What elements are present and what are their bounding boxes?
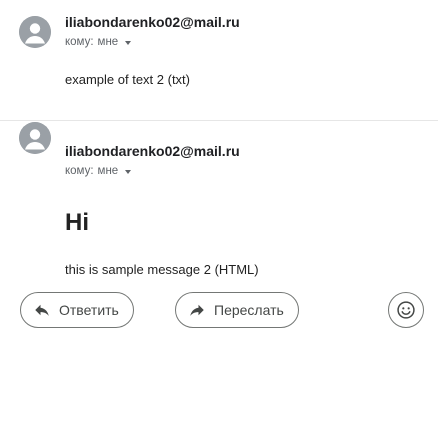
recipient-line[interactable]: кому: мне <box>65 36 132 48</box>
chevron-down-icon[interactable] <box>125 40 132 45</box>
reply-icon <box>35 304 49 316</box>
recipient-value: мне <box>97 36 119 48</box>
forward-label: Переслать <box>214 302 284 318</box>
forward-button[interactable]: Переслать <box>175 292 299 328</box>
forward-icon <box>190 304 204 316</box>
recipient-line[interactable]: кому: мне <box>65 165 132 177</box>
message-body: example of text 2 (txt) <box>65 72 190 87</box>
sender-name[interactable]: iliabondarenko02@mail.ru <box>65 14 240 30</box>
recipient-value: мне <box>97 165 119 177</box>
emoji-icon <box>397 301 415 319</box>
sender-name[interactable]: iliabondarenko02@mail.ru <box>65 143 240 159</box>
recipient-prefix: кому: <box>65 36 94 48</box>
divider <box>0 120 438 121</box>
person-icon <box>19 16 51 48</box>
reply-label: Ответить <box>59 302 119 318</box>
emoji-reaction-button[interactable] <box>388 292 424 328</box>
reply-button[interactable]: Ответить <box>20 292 134 328</box>
person-icon <box>19 122 51 154</box>
chevron-down-icon[interactable] <box>125 169 132 174</box>
message-heading: Hi <box>65 209 89 236</box>
message-body: this is sample message 2 (HTML) <box>65 262 259 277</box>
recipient-prefix: кому: <box>65 165 94 177</box>
avatar[interactable] <box>19 16 51 48</box>
avatar[interactable] <box>19 122 51 154</box>
